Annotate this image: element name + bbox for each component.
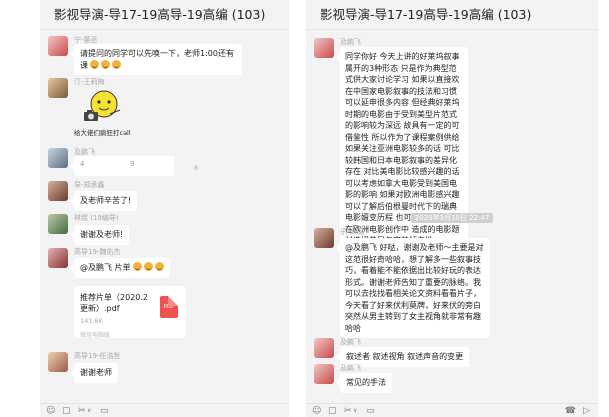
- message-text: 常见的手法: [346, 378, 386, 387]
- sender-name: 导-郑承鑫: [74, 181, 105, 189]
- sender-name: 及鹏飞: [340, 364, 361, 372]
- folder-icon[interactable]: ▢: [328, 406, 337, 416]
- message-bubble[interactable]: 谢谢及老师!: [69, 225, 130, 245]
- input-toolbar: ☺ ▢ ✂ ∨ ▭: [40, 403, 289, 417]
- video-call-icon[interactable]: ▷: [583, 406, 590, 416]
- avatar[interactable]: [314, 228, 334, 248]
- chat-bubble-icon[interactable]: ▭: [100, 406, 109, 416]
- avatar[interactable]: [314, 338, 334, 358]
- message-text: 谢谢老师: [80, 368, 112, 377]
- avatar[interactable]: [48, 352, 68, 372]
- message-bubble[interactable]: 常见的手法: [336, 373, 392, 393]
- sender-name: 高导19-魏佑杰: [74, 248, 121, 256]
- avatar[interactable]: [48, 214, 68, 234]
- sender-name: 高导19-任浩哲: [74, 352, 121, 360]
- file-size: 141.6K: [80, 317, 103, 325]
- avatar[interactable]: [48, 78, 68, 98]
- message-text: 4: [80, 160, 85, 168]
- pdf-icon: PDF: [160, 296, 178, 318]
- file-card[interactable]: 推荐片单（2020.2 更新）.pdf 141.6K PDF 微信电脑版: [74, 286, 186, 339]
- avatar[interactable]: [48, 148, 68, 168]
- message-text: 叙述者 叙述视角 叙述声音的变更: [346, 352, 464, 361]
- emoji-icon: [143, 262, 153, 271]
- pdf-icon-label: PDF: [163, 304, 175, 310]
- sticker-caption: 给大佬们疯狂打call: [74, 129, 131, 137]
- message-text: 谢谢及老师!: [80, 230, 124, 239]
- message-bubble[interactable]: 请提问的同学可以先唤一下，老师1:00还有课: [70, 44, 242, 75]
- sender-name: 及鹏飞: [340, 38, 361, 46]
- emoji-icon: [112, 59, 121, 69]
- chat-title: 影视导演-导17-19高导-19高编 (103): [40, 0, 289, 30]
- message-bubble[interactable]: @及鹏飞 好哒，谢谢及老师～主要是对这范很好奇哈哈，想了解多一些叙事技巧，看着能…: [336, 238, 490, 338]
- emoji-icon: [132, 262, 142, 271]
- sender-name: 及鹏飞: [340, 338, 361, 346]
- avatar[interactable]: [48, 181, 68, 201]
- avatar[interactable]: [48, 36, 68, 56]
- message-text: 9: [130, 160, 135, 168]
- chat-window-left: 影视导演-导17-19高导-19高编 (103) 宁-董丞 请提问的同学可以先唤…: [40, 0, 289, 417]
- emoji-icon: [101, 59, 110, 69]
- input-toolbar: ☺ ▢ ✂ ∨ ▭ ☎ ▷: [306, 403, 598, 417]
- message-bubble[interactable]: 4 9: [70, 156, 174, 176]
- chat-bubble-icon[interactable]: ▭: [366, 406, 375, 416]
- sender-name: 林煜 (19编导): [74, 214, 119, 222]
- message-text: @及鹏飞 片单: [80, 263, 131, 272]
- scissors-icon[interactable]: ✂: [344, 406, 352, 416]
- emoji-icon: [90, 59, 99, 69]
- message-bubble[interactable]: @及鹏飞 片单: [70, 258, 170, 278]
- emoji-icon[interactable]: ☺: [312, 406, 321, 416]
- message-text: @及鹏飞 好哒，谢谢及老师～主要是对这范很好奇哈哈，想了解多一些叙事技巧，看着能…: [345, 243, 484, 333]
- sender-name: 乐-尚瑶: [340, 228, 364, 236]
- emoji-icon: [154, 262, 164, 271]
- chevron-down-icon[interactable]: ∨: [87, 406, 91, 416]
- avatar[interactable]: [314, 38, 334, 58]
- timestamp-text: 2020年3月10日 22:47: [410, 213, 494, 223]
- avatar[interactable]: [314, 364, 334, 384]
- message-bubble[interactable]: 及老师辛苦了!: [69, 191, 138, 211]
- folder-icon[interactable]: ▢: [62, 406, 71, 416]
- phone-icon[interactable]: ☎: [565, 406, 576, 416]
- timestamp: 2020年3月10日 22:47: [306, 213, 598, 223]
- chat-window-right: 影视导演-导17-19高导-19高编 (103) 及鹏飞 同学你好 今天上讲的好…: [306, 0, 598, 417]
- scissors-icon[interactable]: ✂: [78, 406, 86, 416]
- avatar[interactable]: [48, 248, 68, 268]
- file-source: 微信电脑版: [80, 332, 111, 339]
- chevron-down-icon[interactable]: ∨: [353, 406, 357, 416]
- emoji-icon[interactable]: ☺: [46, 406, 55, 416]
- side-mark: 8: [194, 165, 198, 172]
- chat-title: 影视导演-导17-19高导-19高编 (103): [306, 0, 598, 30]
- message-text: 及老师辛苦了!: [80, 196, 132, 205]
- sender-name: 汀-王莉梅: [74, 78, 105, 86]
- file-name: 推荐片单（2020.2 更新）.pdf: [80, 293, 148, 313]
- message-bubble[interactable]: 谢谢老师: [70, 363, 118, 383]
- sticker-image[interactable]: 给大佬们疯狂打call: [74, 88, 131, 138]
